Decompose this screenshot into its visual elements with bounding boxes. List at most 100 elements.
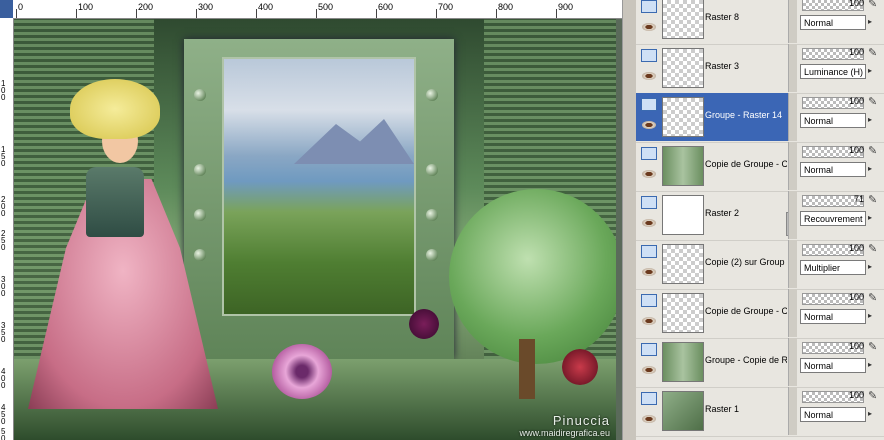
layer-divider [788,240,797,288]
layer-name-cell[interactable]: Raster 3 [636,44,788,92]
layer-row[interactable]: Raster 8 100 ✎ Normal ▸ [636,0,884,45]
pencil-icon[interactable]: ✎ [868,340,882,354]
layer-row[interactable]: Raster 3 100 ✎ Luminance (H) ▸ [636,44,884,94]
ruler-tick [376,9,377,18]
eye-icon[interactable] [642,268,656,276]
blend-mode-select[interactable]: Normal [800,113,866,128]
blend-mode-select[interactable]: Normal [800,162,866,177]
layer-properties: 100 ✎ Normal ▸ [798,289,884,337]
layer-thumbnail [662,97,704,137]
panel-gutter [622,0,637,440]
pencil-icon[interactable]: ✎ [868,0,882,11]
leaf-flower [562,349,598,385]
landscape-painting [222,57,416,316]
chevron-right-icon[interactable]: ▸ [868,213,878,225]
layer-name-cell[interactable]: Groupe - Copie de R [636,338,788,386]
layer-link-icon[interactable] [641,294,657,307]
layer-name: Groupe - Raster 14 [705,110,783,120]
layer-thumbnail [662,293,704,333]
layer-row[interactable]: Copie (2) sur Group 100 ✎ Multiplier ▸ [636,240,884,290]
layer-name-cell[interactable]: Raster 2 [636,191,788,239]
chevron-right-icon[interactable]: ▸ [868,311,878,323]
pencil-icon[interactable]: ✎ [868,291,882,305]
pencil-icon[interactable]: ✎ [868,144,882,158]
ruler-top-label: 500 [318,2,334,12]
ruler-tick [256,9,257,18]
chevron-right-icon[interactable]: ▸ [868,164,878,176]
layer-name-cell[interactable]: Copie de Groupe - C [636,289,788,337]
layer-properties: 100 ✎ Normal ▸ [798,387,884,435]
layer-name-cell[interactable]: Raster 8 [636,0,788,43]
layer-divider [788,387,797,435]
chevron-right-icon[interactable]: ▸ [868,262,878,274]
canvas-area[interactable]: 0 100 200 300 400 500 600 700 800 900 1 0 0 1 5 0 2… [0,0,622,440]
layer-link-icon[interactable] [641,196,657,209]
layer-thumbnail [662,391,704,431]
chevron-right-icon[interactable]: ▸ [868,17,878,29]
ruler-tick [16,9,17,18]
layer-link-icon[interactable] [641,0,657,13]
pencil-icon[interactable]: ✎ [868,95,882,109]
ruler-tick [196,9,197,18]
ruler-top: 0 100 200 300 400 500 600 700 800 900 [0,0,622,19]
pencil-icon[interactable]: ✎ [868,389,882,403]
canvas-image[interactable]: Pinuccia www.maidiregrafica.eu [14,19,616,440]
layer-name-cell[interactable]: Groupe - Raster 14 [636,93,788,141]
layer-name-cell[interactable]: Raster 1 [636,387,788,435]
ruler-top-label: 0 [18,2,24,12]
eye-icon[interactable] [642,121,656,129]
blend-mode-select[interactable]: Multiplier [800,260,866,275]
eye-icon[interactable] [642,415,656,423]
opacity-value: 100 [848,292,864,302]
layer-name: Raster 1 [705,404,740,414]
layer-row[interactable]: Groupe - Copie de R 100 ✎ Normal ▸ [636,338,884,388]
blend-mode-select[interactable]: Normal [800,407,866,422]
layer-name: Raster 2 [705,208,740,218]
chevron-right-icon[interactable]: ▸ [868,360,878,372]
pencil-icon[interactable]: ✎ [868,242,882,256]
layer-name-cell[interactable]: Copie (2) sur Group [636,240,788,288]
opacity-value: 100 [848,47,864,57]
layer-link-icon[interactable] [641,343,657,356]
blend-mode-select[interactable]: Normal [800,15,866,30]
blend-mode-select[interactable]: Recouvrement [800,211,866,226]
layer-link-icon[interactable] [641,245,657,258]
opacity-value: 71 [853,194,864,204]
opacity-value: 100 [848,341,864,351]
blend-mode-select[interactable]: Normal [800,358,866,373]
eye-icon[interactable] [642,72,656,80]
ruler-tick [76,9,77,18]
layer-row[interactable]: Raster 1 100 ✎ Normal ▸ [636,387,884,437]
opacity-value: 100 [848,390,864,400]
ruler-top-label: 700 [438,2,454,12]
layer-row[interactable]: Copie de Groupe - C 100 ✎ Normal ▸ [636,142,884,192]
chevron-right-icon[interactable]: ▸ [868,115,878,127]
layer-name-cell[interactable]: Copie de Groupe - C [636,142,788,190]
eye-icon[interactable] [642,170,656,178]
layer-row[interactable]: Groupe - Raster 14 100 ✎ Normal ▸ [636,93,884,143]
frame-knob [426,164,438,176]
pencil-icon[interactable]: ✎ [868,46,882,60]
ruler-top-label: 900 [558,2,574,12]
layer-properties: 100 ✎ Luminance (H) ▸ [798,44,884,92]
eye-icon[interactable] [642,317,656,325]
eye-icon[interactable] [642,219,656,227]
layer-link-icon[interactable] [641,392,657,405]
layer-link-icon[interactable] [641,98,657,111]
layer-link-icon[interactable] [641,147,657,160]
pencil-icon[interactable]: ✎ [868,193,882,207]
blend-mode-select[interactable]: Luminance (H) [800,64,866,79]
blend-mode-select[interactable]: Normal [800,309,866,324]
layer-row[interactable]: Raster 2 71 ✎ Recouvrement ▸ [636,191,884,241]
ruler-top-label: 100 [78,2,94,12]
ruler-tick [436,9,437,18]
chevron-right-icon[interactable]: ▸ [868,66,878,78]
chevron-right-icon[interactable]: ▸ [868,409,878,421]
ruler-left: 1 0 0 1 5 0 2 0 0 2 5 0 3 0 0 3 5 0 4 0 0 4 5 0… [0,18,14,440]
layer-row[interactable]: Copie de Groupe - C 100 ✎ Normal ▸ [636,289,884,339]
ruler-left-label: 1 0 0 [1,79,6,102]
layer-link-icon[interactable] [641,49,657,62]
eye-icon[interactable] [642,366,656,374]
layer-divider [788,191,797,239]
eye-icon[interactable] [642,23,656,31]
